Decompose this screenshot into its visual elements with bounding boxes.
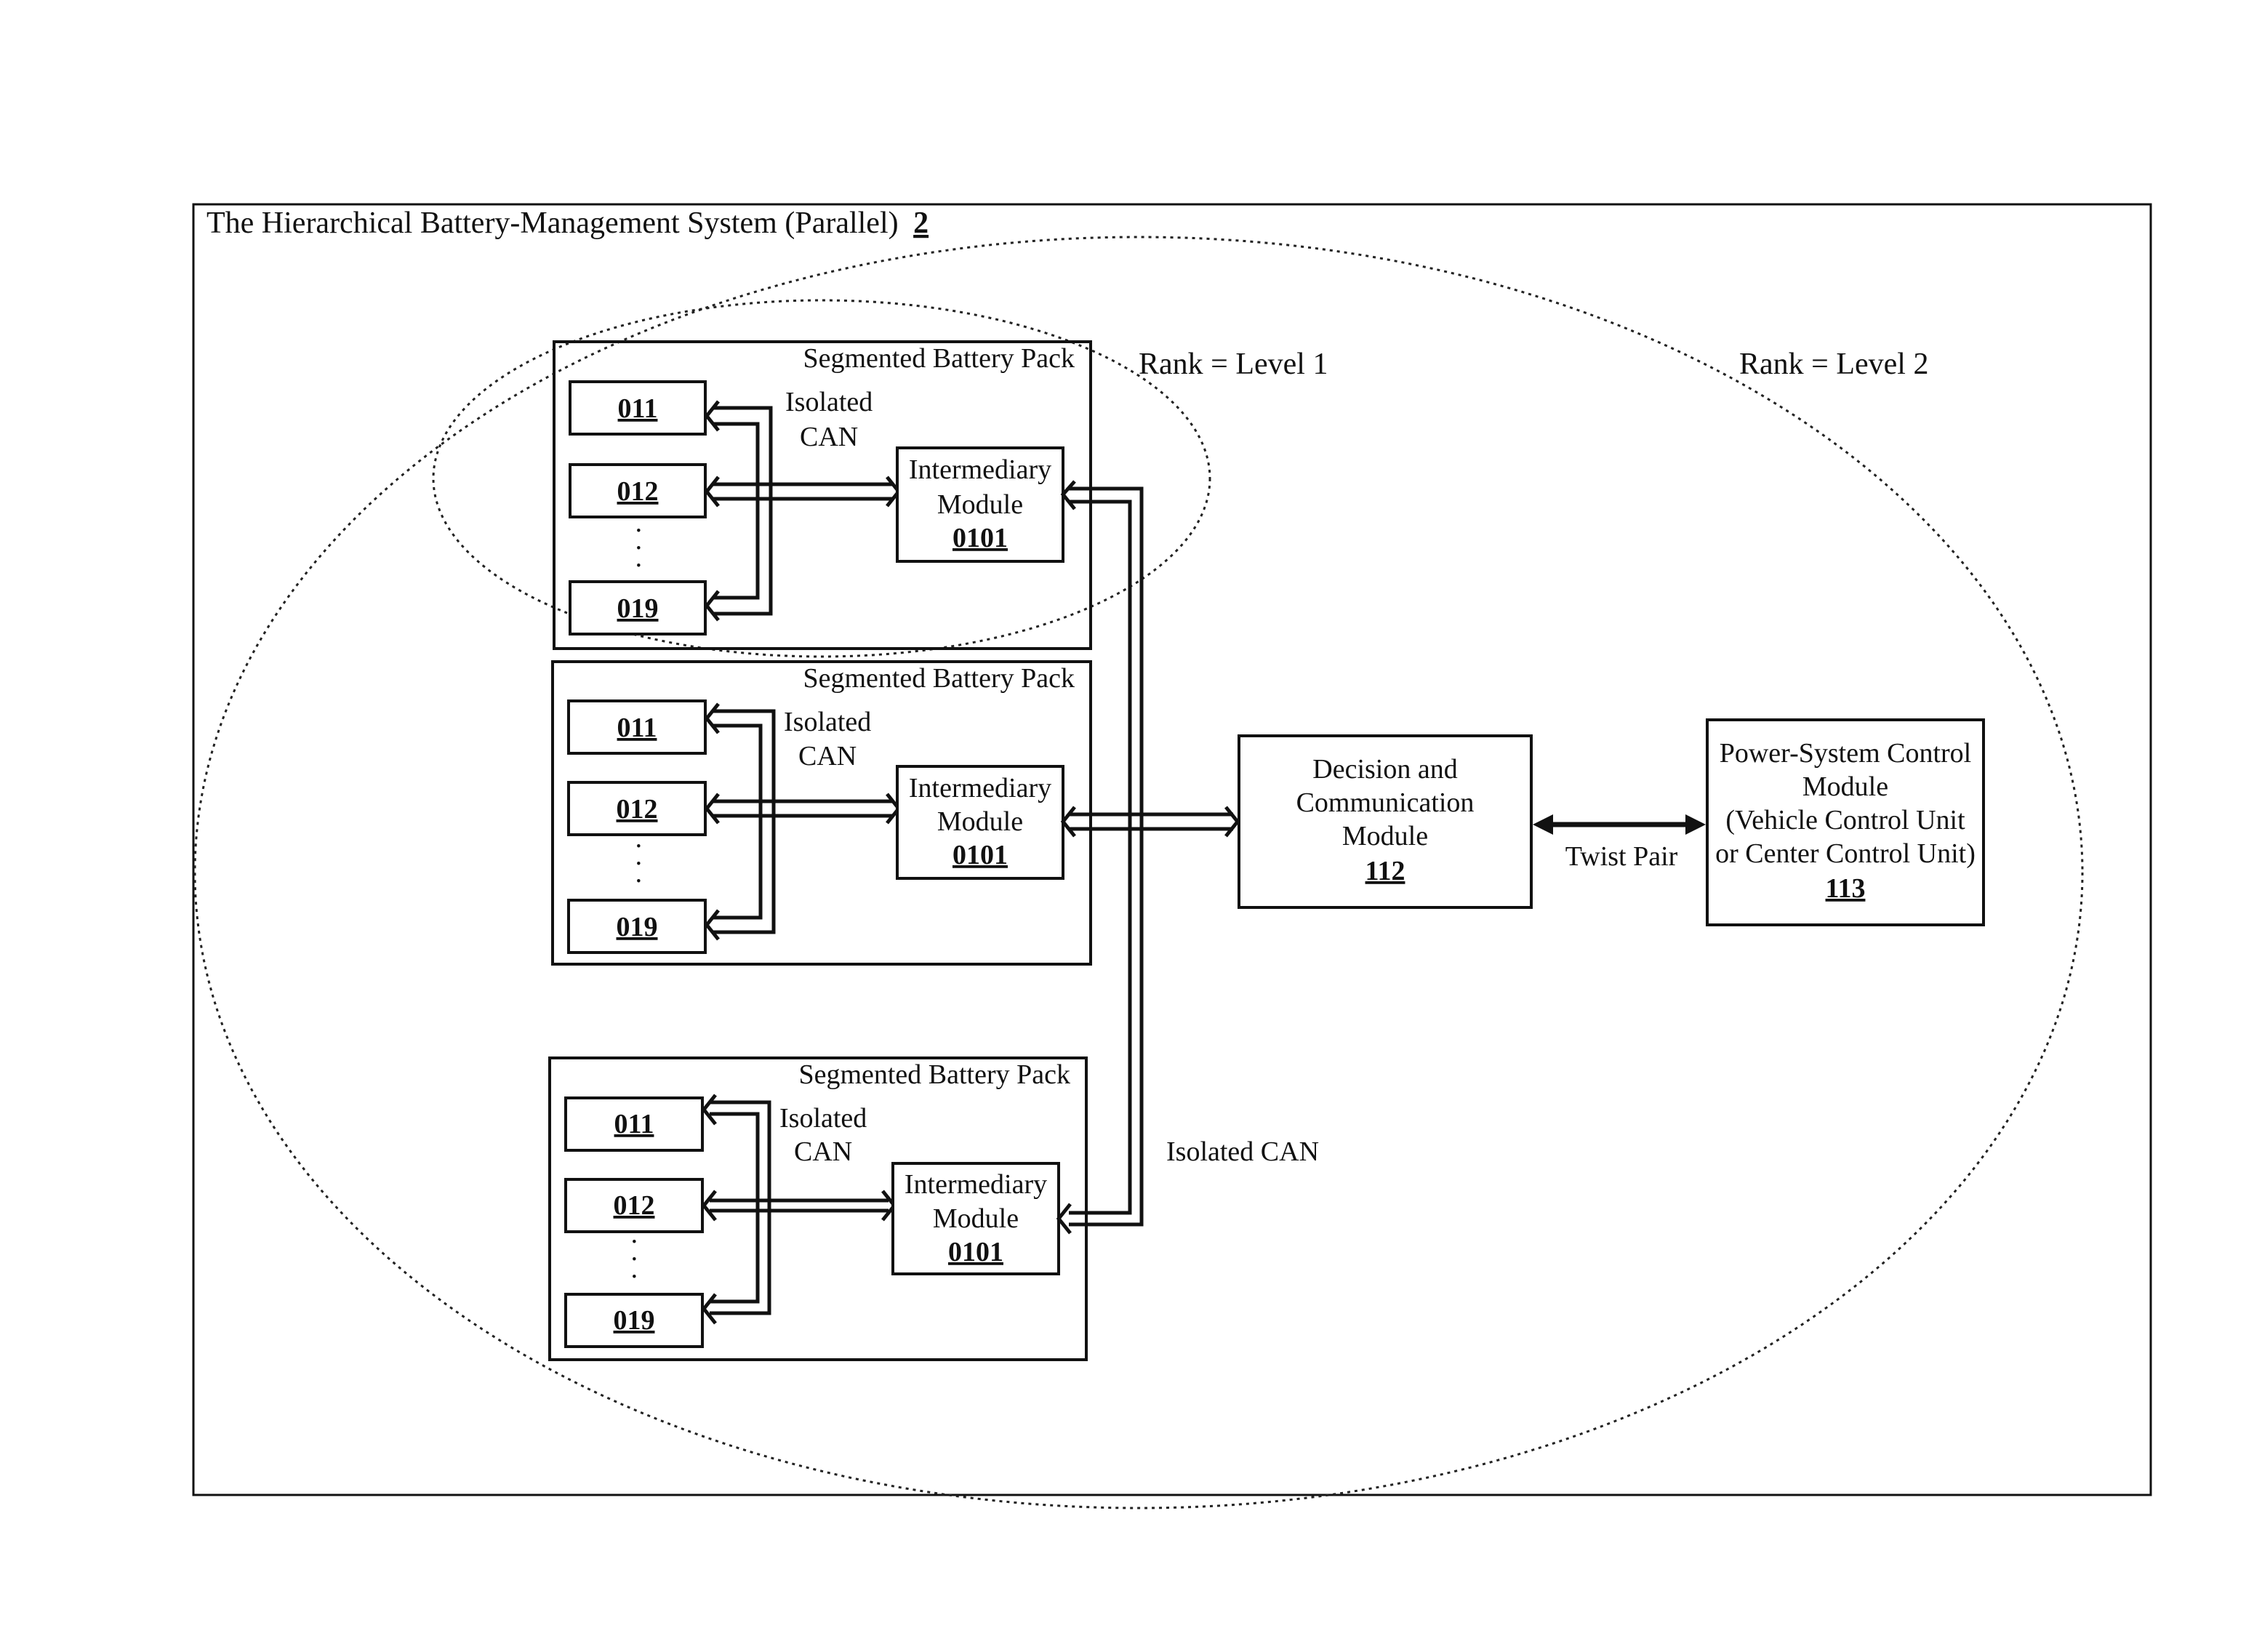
cell-label-012: 012	[617, 794, 658, 825]
system-title: The Hierarchical Battery-Management Syst…	[206, 206, 929, 240]
bus-label-line2: CAN	[794, 1136, 852, 1167]
twist-pair-label: Twist Pair	[1565, 841, 1678, 872]
cell-label-012: 012	[614, 1190, 655, 1221]
ellipsis-dots: ·	[634, 550, 643, 581]
segmented-battery-pack-1: Segmented Battery Pack 011 012 · · · 019…	[553, 340, 1092, 650]
decision-module-line3: Module	[1342, 821, 1428, 851]
cell-label-019: 019	[617, 912, 658, 942]
power-module-ref: 113	[1826, 873, 1866, 904]
cell-label-011: 011	[618, 393, 658, 424]
decision-module-line1: Decision and	[1312, 754, 1457, 785]
arrow-left-icon	[1533, 814, 1553, 835]
power-module-line4: or Center Control Unit)	[1715, 838, 1976, 869]
power-module-line2: Module	[1802, 771, 1888, 802]
module-line2: Module	[937, 489, 1023, 520]
cell-label-012: 012	[617, 476, 659, 507]
cell-label-011: 011	[617, 713, 657, 743]
arrow-right-icon	[1685, 814, 1706, 835]
pack-label: Segmented Battery Pack	[803, 663, 1075, 694]
decision-communication-module: Decision and Communication Module 112	[1238, 734, 1533, 909]
main-bus-label: Isolated CAN	[1166, 1136, 1319, 1167]
segmented-battery-pack-2: Segmented Battery Pack 011 012 · · · 019…	[551, 660, 1092, 966]
power-system-control-module: Power-System Control Module (Vehicle Con…	[1706, 718, 1985, 926]
module-line1: Intermediary	[905, 1169, 1047, 1200]
power-module-line3: (Vehicle Control Unit	[1725, 805, 1965, 835]
cell-label-019: 019	[617, 593, 659, 624]
bus-label-line1: Isolated	[785, 387, 873, 417]
decision-module-line2: Communication	[1296, 787, 1475, 818]
decision-module-ref: 112	[1365, 856, 1405, 886]
power-module-line1: Power-System Control	[1720, 738, 1972, 769]
twist-pair-link	[1533, 814, 1706, 835]
module-line1: Intermediary	[909, 454, 1051, 485]
cell-label-019: 019	[614, 1305, 655, 1336]
rank-level-1-label: Rank = Level 1	[1139, 348, 1328, 381]
module-line2: Module	[937, 806, 1023, 837]
segmented-battery-pack-3: Segmented Battery Pack 011 012 · · · 019…	[548, 1056, 1088, 1361]
rank-level-2-label: Rank = Level 2	[1739, 348, 1928, 381]
pack-label: Segmented Battery Pack	[803, 343, 1075, 374]
system-title-text: The Hierarchical Battery-Management Syst…	[206, 206, 899, 240]
bus-label-line2: CAN	[798, 741, 857, 771]
module-line2: Module	[933, 1203, 1019, 1234]
hierarchical-bms-diagram: The Hierarchical Battery-Management Syst…	[192, 203, 2152, 1509]
isolated-can-local-bus	[704, 702, 902, 941]
bus-label-line1: Isolated	[784, 707, 871, 737]
system-title-ref: 2	[913, 206, 929, 240]
cell-label-011: 011	[614, 1109, 654, 1139]
ellipsis-dots: ·	[630, 1262, 639, 1292]
pack-label: Segmented Battery Pack	[798, 1059, 1070, 1090]
module-ref: 0101	[948, 1237, 1003, 1267]
module-line1: Intermediary	[909, 773, 1051, 803]
bus-label-line1: Isolated	[779, 1103, 867, 1134]
ellipsis-dots: ·	[634, 866, 643, 897]
module-ref: 0101	[952, 523, 1008, 553]
module-ref: 0101	[952, 840, 1008, 870]
bus-label-line2: CAN	[800, 422, 858, 452]
